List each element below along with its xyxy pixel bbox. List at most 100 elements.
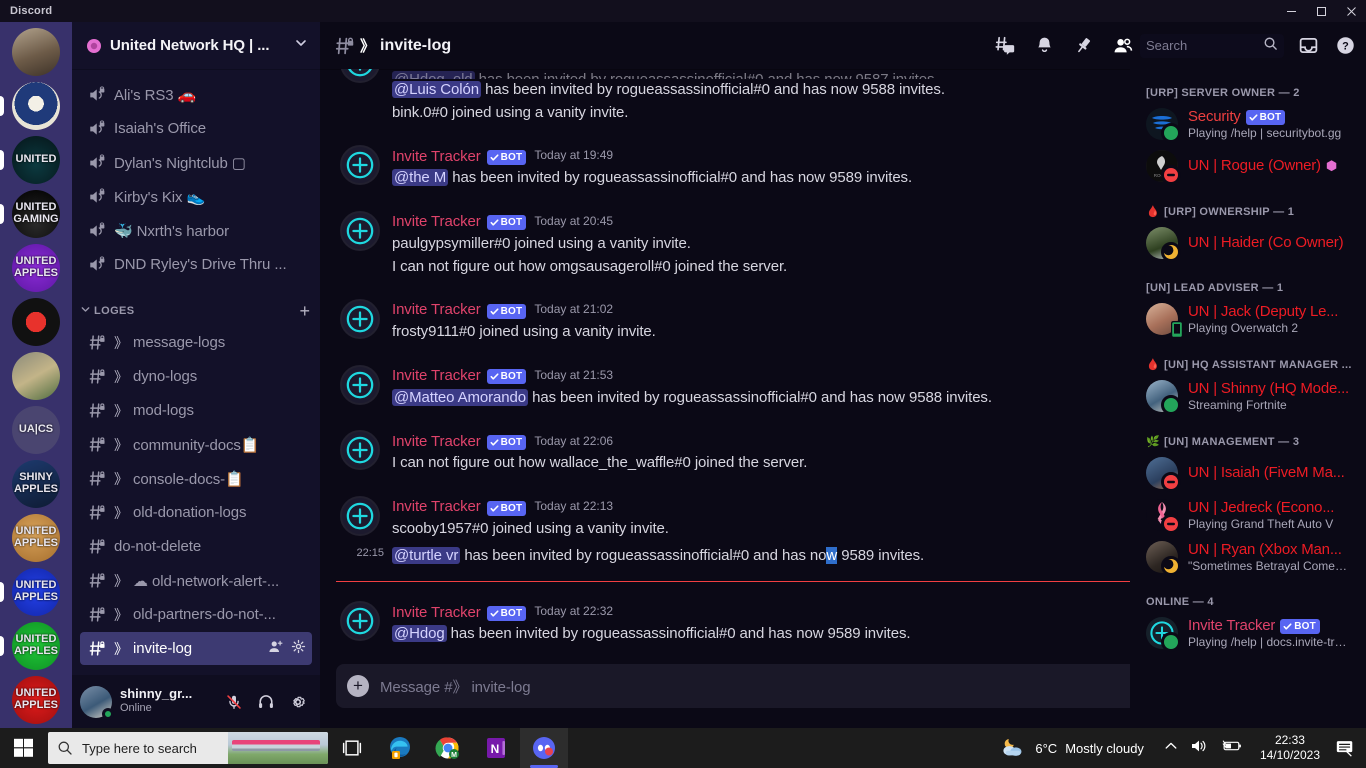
- text-channel-item[interactable]: 》 message-logs: [80, 326, 312, 359]
- voice-channel-item[interactable]: Ali's RS3 🚗: [80, 78, 312, 111]
- member-list[interactable]: [URP] SERVER OWNER — 2 Security BOT Playing…: [1130, 69, 1366, 728]
- server-icon-cookie-apples[interactable]: UNITED APPLES: [12, 514, 60, 562]
- message-author[interactable]: Invite Tracker: [392, 603, 481, 623]
- avatar[interactable]: [1146, 303, 1183, 338]
- message-author[interactable]: Invite Tracker: [392, 432, 481, 452]
- server-icon-united-apples-purple[interactable]: UNITED APPLES: [12, 244, 60, 292]
- server-icon-united-gaming[interactable]: UNITED GAMING: [12, 190, 60, 238]
- user-mention[interactable]: @Luis Colón: [392, 81, 482, 98]
- windows-start-icon[interactable]: [0, 728, 48, 768]
- user-panel[interactable]: shinny_gr... Online: [72, 675, 320, 728]
- close-icon[interactable]: [1336, 0, 1366, 22]
- add-channel-icon[interactable]: +: [299, 302, 310, 320]
- help-icon[interactable]: ?: [1335, 35, 1356, 56]
- show-hidden-icons-chevron[interactable]: [1164, 739, 1178, 758]
- avatar[interactable]: [1146, 380, 1181, 415]
- text-channel-item[interactable]: 》 ☁ old-network-alert-...: [80, 564, 312, 597]
- member-item[interactable]: UN | Jack (Deputy Le... Playing Overwatch…: [1138, 298, 1358, 340]
- message-author[interactable]: Invite Tracker: [392, 212, 481, 232]
- chevron-down-icon[interactable]: [294, 36, 308, 55]
- voice-channel-item[interactable]: Dylan's Nightclub ▢: [80, 146, 312, 179]
- bell-icon[interactable]: [1034, 35, 1055, 56]
- guild-header[interactable]: United Network HQ | ...: [72, 22, 320, 69]
- member-item[interactable]: Invite Tracker BOT Playing /help | docs.in…: [1138, 612, 1358, 654]
- text-channel-item[interactable]: 》 dyno-logs: [80, 360, 312, 393]
- message-author[interactable]: Invite Tracker: [392, 497, 481, 517]
- gear-icon[interactable]: [288, 692, 308, 712]
- avatar[interactable]: [340, 601, 380, 642]
- message-author[interactable]: Invite Tracker: [392, 147, 481, 167]
- voice-channel-item[interactable]: 🐳 Nxrth's harbor: [80, 214, 312, 247]
- member-item[interactable]: UN | Isaiah (FiveM Ma...: [1138, 452, 1358, 494]
- server-icon-1[interactable]: [12, 28, 60, 76]
- channel-category[interactable]: LOGES +: [72, 297, 320, 325]
- edge-icon[interactable]: [376, 728, 424, 768]
- avatar[interactable]: [340, 69, 380, 83]
- discord-icon[interactable]: [520, 728, 568, 768]
- gear-icon[interactable]: [291, 639, 306, 658]
- server-icon-shiny-apples[interactable]: SHINY APPLES: [12, 460, 60, 508]
- server-icon-fire-dept[interactable]: [12, 298, 60, 346]
- message-input[interactable]: Message #》 invite-log: [380, 676, 1192, 697]
- server-icon-green-apples[interactable]: UNITED APPLES: [12, 622, 60, 670]
- avatar[interactable]: [340, 145, 380, 186]
- member-item[interactable]: UN | Haider (Co Owner): [1138, 222, 1358, 264]
- maximize-icon[interactable]: [1306, 0, 1336, 22]
- volume-icon[interactable]: [1190, 738, 1208, 759]
- minimize-icon[interactable]: [1276, 0, 1306, 22]
- text-channel-item[interactable]: 》 console-docs-📋: [80, 462, 312, 495]
- avatar[interactable]: [340, 496, 380, 536]
- search-input[interactable]: Search: [1140, 33, 1284, 58]
- avatar[interactable]: [1146, 108, 1181, 143]
- avatar[interactable]: [80, 685, 114, 720]
- message-author[interactable]: Invite Tracker: [392, 366, 481, 386]
- server-icon-blue-apples[interactable]: UNITED APPLES: [12, 568, 60, 616]
- channel-list[interactable]: Ali's RS3 🚗 Isaiah's Office Dylan's Nigh…: [72, 69, 320, 675]
- microphone-muted-icon[interactable]: [224, 692, 244, 712]
- avatar[interactable]: [1146, 617, 1181, 652]
- server-icon-united[interactable]: UNITED: [12, 136, 60, 184]
- avatar[interactable]: [1146, 541, 1181, 576]
- inbox-icon[interactable]: [1298, 35, 1319, 56]
- member-item[interactable]: UN | Shinny (HQ Mode... Streaming Fortnit…: [1138, 375, 1358, 417]
- avatar[interactable]: ROGUE: [1146, 150, 1181, 185]
- member-item[interactable]: UN | Jedreck (Econo... Playing Grand Thef…: [1138, 494, 1358, 536]
- text-channel-item[interactable]: 》 old-partners-do-not-...: [80, 598, 312, 631]
- task-view-icon[interactable]: [328, 728, 376, 768]
- avatar[interactable]: [340, 299, 380, 340]
- message-author[interactable]: Invite Tracker: [392, 300, 481, 320]
- server-icon-2[interactable]: [12, 82, 60, 130]
- text-channel-item[interactable]: 》 mod-logs: [80, 394, 312, 427]
- members-icon[interactable]: [1112, 35, 1134, 57]
- server-icon-red-apples[interactable]: UNITED APPLES: [12, 676, 60, 724]
- avatar[interactable]: [1146, 457, 1181, 492]
- member-item[interactable]: UN | Ryan (Xbox Man... "Sometimes Betraya…: [1138, 536, 1358, 578]
- create-invite-icon[interactable]: [268, 639, 284, 659]
- user-mention[interactable]: @the M: [392, 169, 449, 187]
- server-rail[interactable]: UNITED UNITED GAMING UNITED APPLES UA|CS SHI…: [0, 22, 72, 728]
- headset-icon[interactable]: [256, 692, 276, 712]
- sidebar-item-invite-log[interactable]: 》 invite-log: [80, 632, 312, 665]
- weather-widget[interactable]: 6°C Mostly cloudy: [991, 736, 1154, 761]
- voice-channel-item[interactable]: Kirby's Kix 👟: [80, 180, 312, 213]
- voice-channel-item[interactable]: DND Ryley's Drive Thru ...: [80, 248, 312, 281]
- avatar[interactable]: [340, 430, 380, 471]
- user-mention[interactable]: @turtle vr: [392, 546, 461, 564]
- avatar[interactable]: [1146, 227, 1181, 262]
- member-item[interactable]: ROGUE UN | Rogue (Owner) ⬢: [1138, 145, 1358, 187]
- notification-center-icon[interactable]: [1328, 728, 1362, 768]
- threads-icon[interactable]: [994, 35, 1016, 57]
- server-icon-uacs[interactable]: UA|CS: [12, 406, 60, 454]
- member-item[interactable]: Security BOT Playing /help | securitybot.g…: [1138, 103, 1358, 145]
- user-mention[interactable]: @Hdog: [392, 625, 447, 643]
- chrome-icon[interactable]: M: [424, 728, 472, 768]
- taskbar-clock[interactable]: 22:33 14/10/2023: [1252, 733, 1328, 763]
- pin-icon[interactable]: [1073, 35, 1094, 56]
- text-channel-item[interactable]: 》 community-docs📋: [80, 428, 312, 461]
- voice-channel-item[interactable]: Isaiah's Office: [80, 112, 312, 145]
- text-channel-item[interactable]: 》 old-donation-logs: [80, 496, 312, 529]
- battery-icon[interactable]: [1220, 739, 1242, 758]
- server-icon-photo[interactable]: [12, 352, 60, 400]
- user-mention[interactable]: @Matteo Amorando: [392, 388, 529, 406]
- avatar[interactable]: [340, 210, 380, 251]
